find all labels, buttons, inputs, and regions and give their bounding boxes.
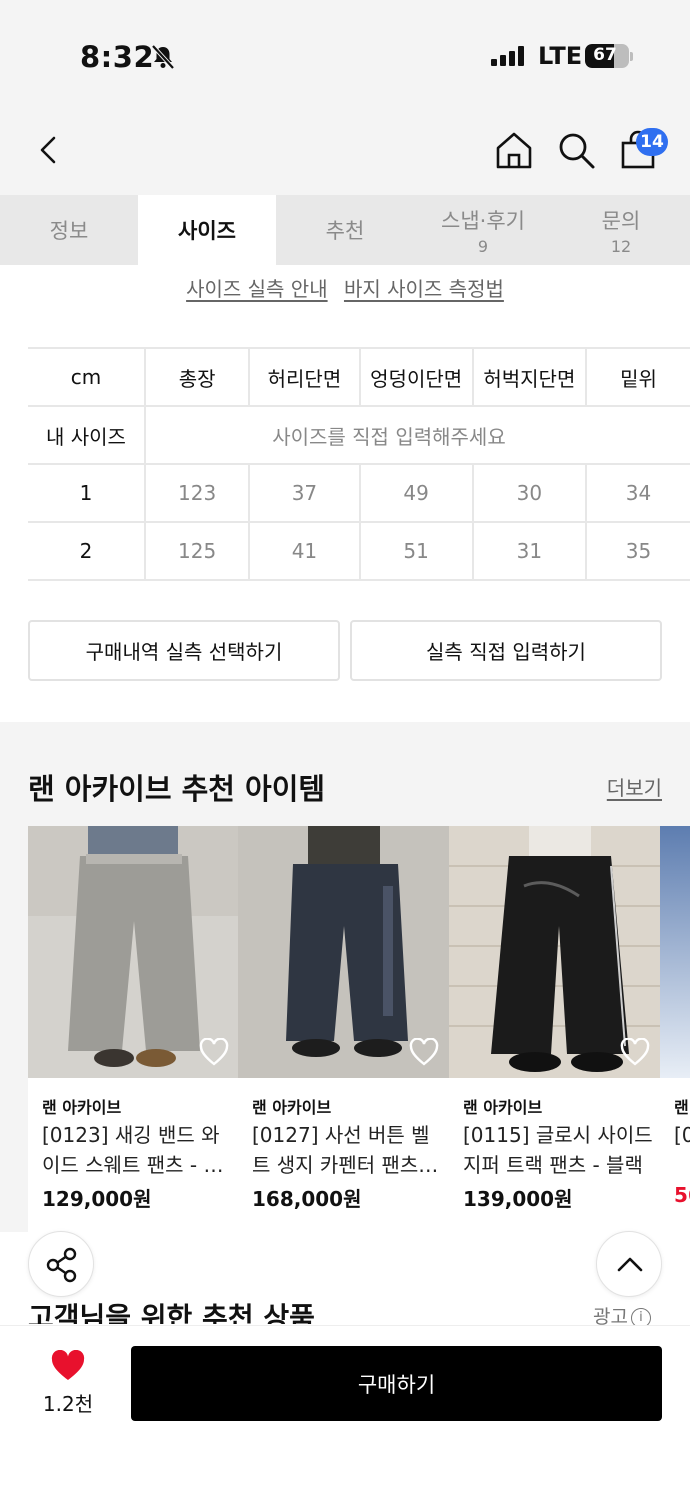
my-size-prompt-text: 사이즈를 직접 입력해주세요 — [272, 424, 506, 449]
column-header: 허리단면 — [248, 347, 360, 406]
heart-outline-icon[interactable] — [199, 1038, 229, 1066]
size-label: 1 — [28, 463, 145, 522]
table-cell: 34 — [584, 463, 690, 522]
unit-header: cm — [28, 347, 145, 406]
share-button[interactable] — [28, 1231, 94, 1297]
product-card[interactable]: 랜 [0 56 — [660, 826, 690, 1232]
tab-info[interactable]: 정보 — [0, 195, 138, 265]
search-icon[interactable] — [556, 130, 596, 170]
tab-label: 추천 — [325, 219, 365, 243]
product-price: 139,000원 — [463, 1187, 573, 1211]
table-cell: 51 — [358, 521, 473, 581]
scroll-to-top-button[interactable] — [596, 1231, 662, 1297]
heart-filled-icon[interactable] — [50, 1350, 86, 1382]
see-more-link[interactable]: 더보기 — [607, 772, 662, 801]
table-cell: 31 — [471, 521, 586, 581]
heart-outline-icon[interactable] — [409, 1038, 439, 1066]
manual-measure-input-button[interactable]: 실측 직접 입력하기 — [350, 620, 662, 681]
product-card[interactable]: 랜 아카이브 [0115] 글로시 사이드 지퍼 트랙 팬츠 - 블랙 139,… — [449, 826, 660, 1232]
tab-label: 사이즈 — [178, 219, 236, 243]
tab-count: 12 — [610, 236, 632, 256]
chevron-up-icon — [617, 1257, 643, 1272]
column-header: 허벅지단면 — [471, 347, 586, 406]
like-count: 1.2천 — [42, 1392, 94, 1416]
product-brand: 랜 — [674, 1098, 689, 1117]
network-type: LTE — [538, 42, 583, 70]
select-from-purchases-button[interactable]: 구매내역 실측 선택하기 — [28, 620, 340, 681]
size-table-container[interactable]: cm 총장 허리단면 엉덩이단면 허벅지단면 밑위 내 사이즈 사이즈를 직접 … — [28, 347, 690, 583]
table-cell: 37 — [248, 463, 360, 522]
table-row: 2 125 41 51 31 35 — [28, 521, 690, 581]
product-brand: 랜 아카이브 — [252, 1098, 332, 1117]
nav-bar — [0, 100, 690, 195]
size-label: 2 — [28, 521, 145, 581]
battery-tip — [630, 52, 633, 61]
bell-off-icon — [151, 44, 175, 70]
back-icon[interactable] — [30, 130, 70, 170]
tab-recommend[interactable]: 추천 — [276, 195, 414, 265]
product-price: 168,000원 — [252, 1187, 362, 1211]
section-title: 고객님을 위한 추천 상품 — [28, 1301, 315, 1324]
product-card[interactable]: 랜 아카이브 [0123] 새깅 밴드 와이드 스웨트 팬츠 - … 129,0… — [28, 826, 239, 1232]
product-name: [0127] 사선 버튼 벨트 생지 카펜터 팬츠… — [252, 1123, 439, 1177]
tab-inquiry[interactable]: 문의 12 — [552, 195, 690, 265]
table-cell: 30 — [471, 463, 586, 522]
my-size-prompt[interactable]: 사이즈를 직접 입력해주세요 — [143, 405, 690, 464]
tab-label: 정보 — [49, 219, 89, 243]
status-time: 8:32 — [80, 40, 155, 74]
product-tabs: 정보 사이즈 추천 스냅·후기 9 문의 12 — [0, 195, 690, 265]
product-name: [0123] 새깅 밴드 와이드 스웨트 팬츠 - … — [42, 1123, 224, 1177]
pants-measure-link[interactable]: 바지 사이즈 측정법 — [344, 277, 504, 301]
table-header-row: cm 총장 허리단면 엉덩이단면 허벅지단면 밑위 — [28, 347, 690, 406]
table-cell: 41 — [248, 521, 360, 581]
status-bar: 8:32 LTE 67 — [0, 0, 690, 100]
table-cell: 49 — [358, 463, 473, 522]
bottom-purchase-bar: 1.2천 구매하기 — [0, 1325, 690, 1500]
product-image — [660, 826, 690, 1078]
my-size-row[interactable]: 내 사이즈 사이즈를 직접 입력해주세요 — [28, 405, 690, 464]
column-header: 밑위 — [584, 347, 690, 406]
table-cell: 125 — [143, 521, 250, 581]
tab-snap-review[interactable]: 스냅·후기 9 — [414, 195, 552, 265]
product-brand: 랜 아카이브 — [42, 1098, 122, 1117]
buy-button[interactable]: 구매하기 — [131, 1346, 662, 1421]
table-cell: 123 — [143, 463, 250, 522]
column-header: 총장 — [143, 347, 250, 406]
heart-outline-icon[interactable] — [620, 1038, 650, 1066]
size-guide-link[interactable]: 사이즈 실측 안내 — [186, 277, 328, 301]
my-size-label: 내 사이즈 — [28, 405, 145, 464]
battery-level: 67 — [593, 45, 617, 65]
size-guide-links: 사이즈 실측 안내 바지 사이즈 측정법 — [0, 273, 690, 302]
tab-size[interactable]: 사이즈 — [138, 195, 276, 265]
product-brand: 랜 아카이브 — [463, 1098, 543, 1117]
section-divider — [0, 722, 690, 732]
tab-label: 스냅·후기 — [441, 208, 525, 233]
section-title: 랜 아카이브 추천 아이템 — [28, 772, 326, 806]
signal-icon — [491, 46, 524, 66]
product-price: 56 — [674, 1183, 690, 1207]
battery-icon: 67 — [585, 44, 629, 68]
cart-count-badge: 14 — [636, 128, 668, 156]
size-table: cm 총장 허리단면 엉덩이단면 허벅지단면 밑위 내 사이즈 사이즈를 직접 … — [28, 347, 690, 581]
product-name: [0115] 글로시 사이드 지퍼 트랙 팬츠 - 블랙 — [463, 1123, 653, 1177]
table-row: 1 123 37 49 30 34 — [28, 463, 690, 522]
tab-count: 9 — [477, 236, 489, 256]
table-cell: 35 — [584, 521, 690, 581]
product-carousel[interactable]: 랜 아카이브 [0123] 새깅 밴드 와이드 스웨트 팬츠 - … 129,0… — [28, 826, 690, 1232]
column-header: 엉덩이단면 — [358, 347, 473, 406]
product-name: [0 — [674, 1123, 690, 1147]
product-price: 129,000원 — [42, 1187, 152, 1211]
tab-label: 문의 — [601, 208, 641, 233]
product-card[interactable]: 랜 아카이브 [0127] 사선 버튼 벨트 생지 카펜터 팬츠… 168,00… — [238, 826, 449, 1232]
home-icon[interactable] — [494, 130, 534, 170]
share-icon — [46, 1247, 77, 1283]
